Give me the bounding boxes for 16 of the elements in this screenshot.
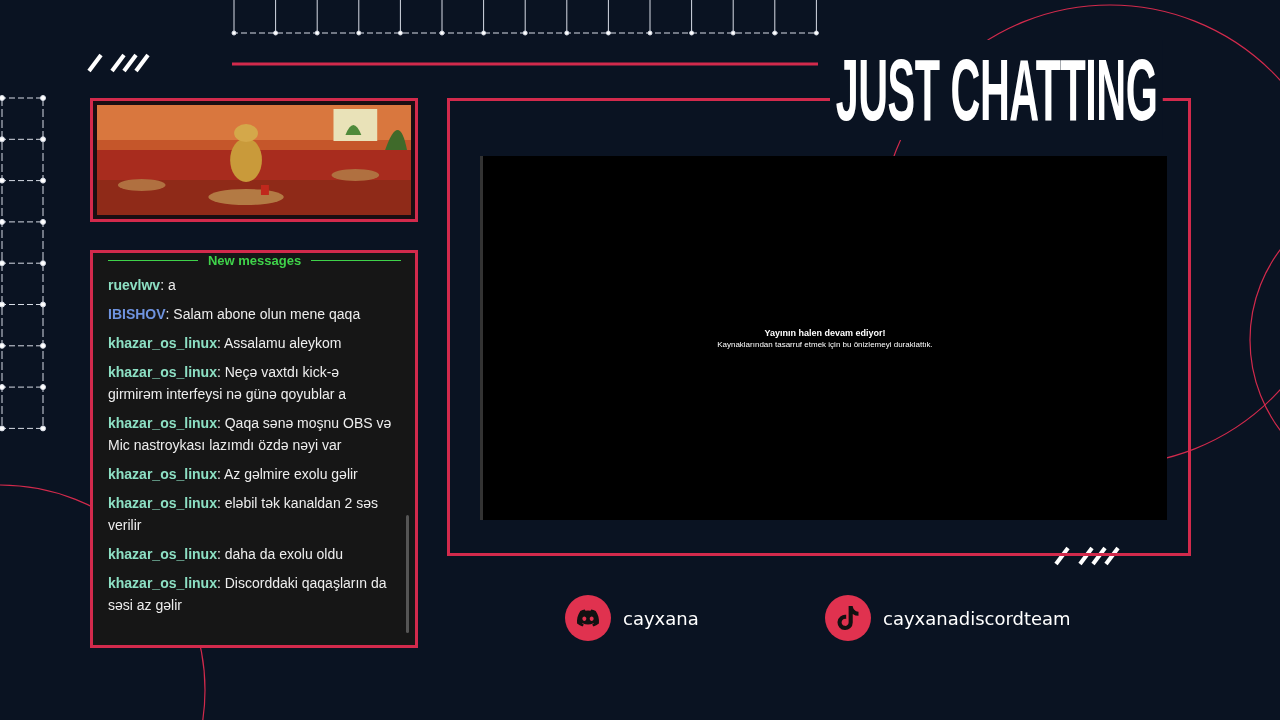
chat-message: khazar_os_linux: Qaqa sənə moşnu OBS və Mic nastroykası lazımdı özdə nəyi var [108, 414, 392, 455]
chat-message: khazar_os_linux: Neçə vaxtdı kick-ə girmirəm interfeysi nə günə qoyublar a [108, 363, 348, 404]
social-handle: cayxana [623, 607, 699, 629]
chat-message: ruevlwv: a [108, 276, 177, 295]
chat-message: khazar_os_linux: eləbil tək kanaldan 2 səs verilir [108, 494, 380, 535]
preview-subtext: Kaynaklarından tasarruf etmek için bu önizlemeyi duraklattık. [717, 339, 933, 349]
scrollbar[interactable] [406, 515, 409, 633]
chat-message: khazar_os_linux: daha da exolu oldu [108, 545, 345, 564]
chat-message: khazar_os_linux: Az gəlmire exolu gəlir [108, 465, 359, 484]
preview-heading: Yayının halen devam ediyor! [764, 327, 886, 338]
social-handle: cayxanadiscordteam [883, 607, 1071, 629]
tiktok-icon [836, 606, 860, 630]
chat-message: khazar_os_linux: Discorddaki qaqaşların da səsi az gəlir [108, 574, 388, 615]
new-messages-divider: New messages [207, 253, 302, 268]
chat-message: IBISHOV: Salam abone olun mene qaqa [108, 305, 362, 324]
chat-message: khazar_os_linux: Assalamu aleykom [108, 334, 343, 353]
